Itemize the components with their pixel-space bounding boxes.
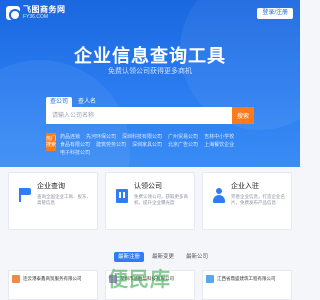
feature-card-query[interactable]: 企业查询 查询全国企业工商、股东、高管信息 bbox=[8, 172, 98, 230]
company-logo bbox=[12, 275, 20, 283]
watermark: 便民库 bbox=[108, 269, 171, 291]
logo-name: 飞图商务网 bbox=[23, 5, 66, 14]
card-desc: 查询全国企业工商、股东、高管信息 bbox=[37, 194, 91, 205]
hot-link[interactable]: 建筑劳务公司 bbox=[96, 141, 126, 149]
search-button[interactable]: 搜索 bbox=[232, 107, 254, 124]
page-subtitle: 免费认领公司获得更多商机 bbox=[108, 68, 192, 75]
tab-latest-company[interactable]: 最新公司 bbox=[182, 252, 212, 262]
building-icon bbox=[114, 187, 130, 203]
flag-icon bbox=[17, 187, 33, 203]
hot-links: 药品连锁 先河环保公司 深圳科技有限公司 广州贸易公司 吉林中小学校 食品有限公… bbox=[60, 133, 254, 157]
list-item[interactable]: 连云港泰鑫商贸服务有限公司 bbox=[8, 270, 98, 300]
login-button[interactable]: 登录/注册 bbox=[257, 8, 293, 19]
logo-icon bbox=[6, 6, 21, 21]
card-title: 企业入驻 bbox=[231, 183, 259, 190]
hot-link[interactable]: 北京广告公司 bbox=[168, 141, 198, 149]
feature-card-join[interactable]: 企业入驻 完善企业信息，打造企业名片，免费发布产品信息 bbox=[202, 172, 292, 230]
hot-link[interactable]: 深圳家具公司 bbox=[132, 141, 162, 149]
card-desc: 完善企业信息，打造企业名片，免费发布产品信息 bbox=[231, 194, 285, 205]
tab-person[interactable]: 查人名 bbox=[74, 97, 100, 107]
card-desc: 免费认领公司，获取更多商机，提升企业曝光度 bbox=[134, 194, 188, 205]
company-name: 江西省鼎盛建筑工程有限公司 bbox=[217, 276, 276, 281]
tab-latest-changed[interactable]: 最新变更 bbox=[148, 252, 178, 262]
logo-domain: FY36.COM bbox=[23, 14, 49, 20]
tab-latest-registered[interactable]: 最新注册 bbox=[114, 252, 145, 262]
hot-link[interactable]: 深圳科技有限公司 bbox=[122, 133, 162, 141]
search-tabs: 查公司 查人名 bbox=[46, 97, 102, 107]
company-name: 连云港泰鑫商贸服务有限公司 bbox=[23, 276, 82, 281]
hot-link[interactable]: 电子科技公司 bbox=[60, 149, 90, 157]
hot-link[interactable]: 先河环保公司 bbox=[86, 133, 116, 141]
hero-banner: 飞图商务网 FY36.COM 登录/注册 企业信息查询工具 免费认领公司获得更多… bbox=[0, 0, 300, 167]
hot-link[interactable]: 吉林中小学校 bbox=[204, 133, 234, 141]
search-bar: 搜索 bbox=[46, 107, 254, 124]
site-logo[interactable]: 飞图商务网 FY36.COM bbox=[6, 4, 66, 22]
hot-searches: 热门搜索 药品连锁 先河环保公司 深圳科技有限公司 广州贸易公司 吉林中小学校 … bbox=[46, 133, 254, 157]
hot-link[interactable]: 广州贸易公司 bbox=[168, 133, 198, 141]
company-logo bbox=[206, 275, 214, 283]
hot-link[interactable]: 食品有限公司 bbox=[60, 141, 90, 149]
page-title: 企业信息查询工具 bbox=[74, 46, 226, 66]
tab-company[interactable]: 查公司 bbox=[46, 97, 73, 107]
company-list-tabs: 最新注册 最新变更 最新公司 bbox=[114, 252, 216, 262]
hot-link[interactable]: 药品连锁 bbox=[60, 133, 80, 141]
list-item[interactable]: 江西省鼎盛建筑工程有限公司 bbox=[202, 270, 292, 300]
hot-label: 热门搜索 bbox=[46, 133, 56, 151]
search-input[interactable] bbox=[46, 107, 232, 124]
feature-card-claim[interactable]: 认领公司 免费认领公司，获取更多商机，提升企业曝光度 bbox=[105, 172, 195, 230]
card-title: 企业查询 bbox=[37, 183, 65, 190]
person-icon bbox=[211, 187, 227, 203]
hot-link[interactable]: 上海餐饮企业 bbox=[204, 141, 234, 149]
card-title: 认领公司 bbox=[134, 183, 162, 190]
feature-cards: 企业查询 查询全国企业工商、股东、高管信息 认领公司 免费认领公司，获取更多商机… bbox=[8, 172, 292, 230]
